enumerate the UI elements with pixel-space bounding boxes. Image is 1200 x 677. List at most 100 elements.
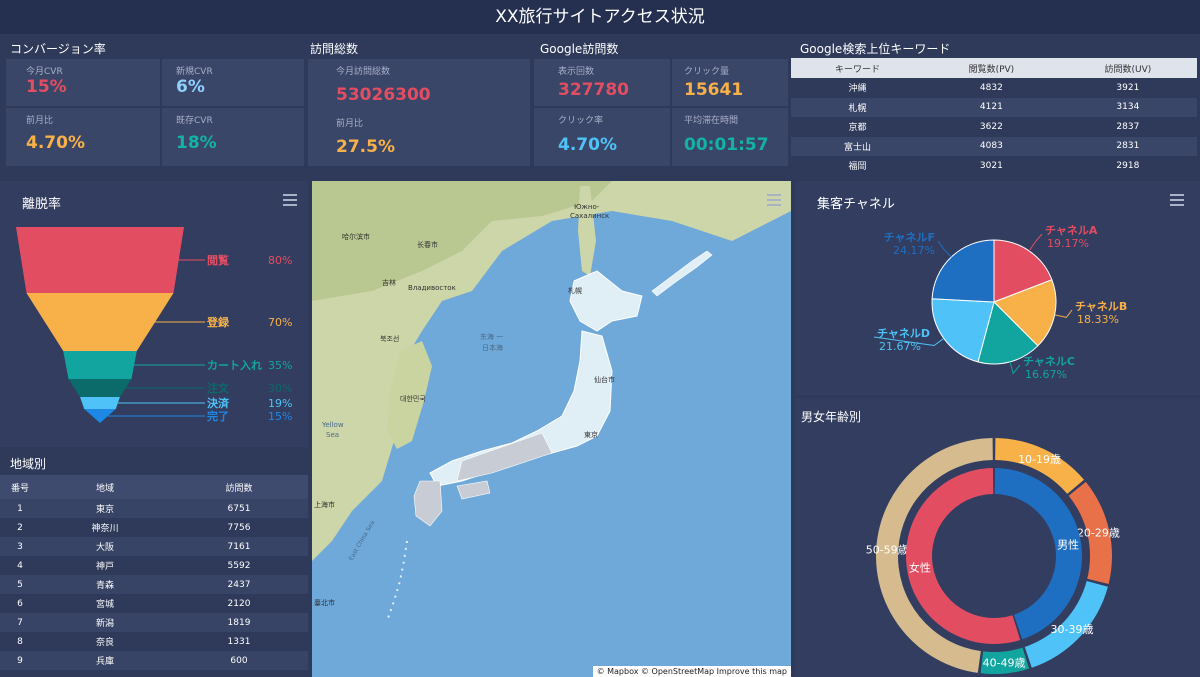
ctr-value: 4.70% — [558, 135, 617, 155]
funnel-segment-4 — [80, 397, 120, 409]
pie-slice-percent: 24.17% — [893, 244, 935, 257]
table-row: 7 新潟 1819 — [0, 613, 308, 632]
new-cvr-value: 6% — [176, 77, 205, 97]
number-cell: 6 — [0, 594, 40, 613]
funnel-stage-label: カート入れ — [207, 359, 262, 372]
uv-cell: 3921 — [1058, 78, 1197, 98]
funnel-stage-percent: 35% — [268, 359, 292, 372]
total-visits-value: 53026300 — [336, 85, 431, 105]
map-attribution[interactable]: © Mapbox © OpenStreetMap Improve this ma… — [592, 666, 791, 677]
map-canvas[interactable]: Южно- Сахалинск 哈尔滨市 长春市 吉林 Владивосток … — [312, 181, 791, 677]
existing-cvr-value: 18% — [176, 133, 217, 153]
map-label-north-korea: 북조선 — [380, 334, 399, 343]
keywords-col-uv: 訪問数(UV) — [1058, 58, 1197, 78]
map-menu-icon[interactable] — [767, 194, 781, 206]
number-cell: 3 — [0, 537, 40, 556]
map-label-korea: 대한민국 — [400, 394, 426, 403]
region-cell: 新潟 — [40, 613, 170, 632]
number-cell: 1 — [0, 499, 40, 518]
number-cell: 9 — [0, 651, 40, 670]
gender-ring-label: 女性 — [909, 561, 931, 575]
table-row: 5 青森 2437 — [0, 575, 308, 594]
visits-cell: 1819 — [170, 613, 308, 632]
regions-col-visits: 訪問数 — [170, 475, 308, 499]
regions-col-number: 番号 — [0, 475, 40, 499]
table-row: 1 東京 6751 — [0, 499, 308, 518]
number-cell: 5 — [0, 575, 40, 594]
funnel-stage-label: 注文 — [207, 381, 230, 395]
pie-slice-name: チャネルB — [1075, 300, 1127, 313]
total-visits-card: 今月訪問総数 53026300 前月比 27.5% — [308, 59, 530, 166]
keyword-cell: 札幌 — [791, 97, 924, 117]
region-cell: 兵庫 — [40, 651, 170, 670]
visits-cell: 1331 — [170, 632, 308, 651]
visits-cell: 600 — [170, 651, 308, 670]
pie-slice-percent: 18.33% — [1077, 313, 1119, 326]
kyushu — [413, 480, 443, 527]
keyword-cell: 福岡 — [791, 156, 924, 176]
keywords-col-pv: 閲覧数(PV) — [924, 58, 1059, 78]
new-cvr-label: 新規CVR — [176, 67, 213, 77]
visits-cell: 5592 — [170, 556, 308, 575]
monthly-cvr-value: 15% — [26, 77, 67, 97]
map-label-yuzhno: Южно- — [574, 203, 600, 211]
funnel-chart: 閲覧 80% 登録 70% カート入れ 35% 注文 30% 決済 19% 完了 15% — [16, 227, 292, 423]
visits-cell: 7161 — [170, 537, 308, 556]
pie-slice-name: チャネルD — [877, 327, 930, 340]
pie-leader-line — [1028, 233, 1043, 252]
pie-slice-name: チャネルC — [1023, 355, 1075, 368]
ctr-label: クリック率 — [558, 116, 604, 126]
keyword-cell: 京都 — [791, 117, 924, 137]
number-cell: 7 — [0, 613, 40, 632]
region-cell: 青森 — [40, 575, 170, 594]
clicks-value: 15641 — [684, 80, 744, 100]
total-visits-label: 今月訪問総数 — [336, 67, 391, 77]
funnel-stage-label: 完了 — [207, 409, 229, 423]
google-visits-section-title: Google訪問数 — [540, 42, 619, 56]
pie-slice[interactable] — [931, 239, 995, 303]
avg-time-card: 平均滞在時間 00:01:57 — [672, 108, 788, 166]
map-label-japan-sea: 日本海 — [482, 343, 503, 352]
impressions-value: 327780 — [558, 80, 629, 100]
age-ring-label: 30-39歳 — [1051, 623, 1094, 636]
channels-panel: 集客チャネル チャネルA 19.17% チャネルB 18.33% チャネルC 16.67%… — [795, 181, 1200, 395]
pie-leader-line — [1054, 309, 1073, 318]
gender-age-donut-chart: 10-19歳 20-29歳 30-39歳 40-49歳 50-59歳 男性女性 — [866, 438, 1120, 674]
channels-pie-chart: チャネルA19.17% チャネルB18.33% チャネルC16.67% チャネルD21… — [873, 224, 1127, 381]
age-ring-label: 50-59歳 — [866, 543, 909, 556]
funnel-panel: 離脱率 閲覧 80% 登録 70% カート入れ 35% 注文 30% 決済 19% 完了 15% — [0, 181, 308, 447]
mom-cvr-label: 前月比 — [26, 116, 54, 126]
existing-cvr-card: 既存CVR 18% — [162, 108, 304, 166]
region-cell: 奈良 — [40, 632, 170, 651]
gender-ring-segment[interactable] — [994, 468, 1082, 640]
map-label-jilin: 吉林 — [382, 278, 396, 287]
uv-cell: 2837 — [1058, 117, 1197, 137]
funnel-stage-percent: 30% — [268, 382, 292, 395]
pv-cell: 4121 — [924, 97, 1059, 117]
table-row: 京都 3622 2837 — [791, 117, 1197, 137]
funnel-stage-label: 決済 — [207, 396, 230, 410]
pv-cell: 4832 — [924, 78, 1059, 98]
mom-cvr-value: 4.70% — [26, 133, 85, 153]
map-label-sapporo: 札幌 — [568, 286, 582, 295]
shikoku — [456, 480, 491, 500]
pie-slice-name: チャネルF — [884, 231, 935, 244]
visits-mom-value: 27.5% — [336, 137, 395, 157]
uv-cell: 2831 — [1058, 136, 1197, 156]
visits-cell: 6751 — [170, 499, 308, 518]
gender-ring-label: 男性 — [1057, 537, 1079, 551]
funnel-segment-2 — [63, 351, 137, 379]
region-cell: 神戸 — [40, 556, 170, 575]
funnel-stage-percent: 80% — [268, 254, 292, 267]
regions-col-region: 地域 — [40, 475, 170, 499]
impressions-label: 表示回数 — [558, 67, 595, 77]
region-cell: 神奈川 — [40, 518, 170, 537]
japan-map[interactable]: Южно- Сахалинск 哈尔滨市 长春市 吉林 Владивосток … — [312, 181, 791, 677]
number-cell: 8 — [0, 632, 40, 651]
visits-section-title: 訪問総数 — [310, 42, 359, 56]
keywords-col-keyword: キーワード — [791, 58, 924, 78]
pv-cell: 4083 — [924, 136, 1059, 156]
keyword-cell: 富士山 — [791, 136, 924, 156]
map-label-shanghai: 上海市 — [314, 500, 335, 509]
monthly-cvr-card: 今月CVR 15% — [6, 59, 160, 106]
